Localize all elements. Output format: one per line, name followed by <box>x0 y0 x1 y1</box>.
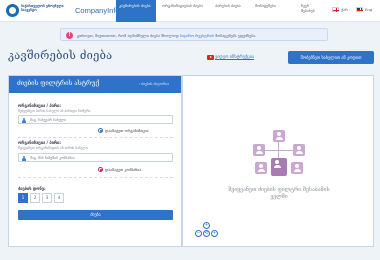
top-navigation-bar: საქართველოს ეროვნული სააგენტო CompanyInf… <box>0 0 380 22</box>
network-graph-icon <box>253 130 305 182</box>
add-organization-link[interactable]: დაამატეთ ორგანიზაცია <box>105 128 149 133</box>
nav-item-data[interactable]: მონაცემები <box>252 0 292 22</box>
zoom-in-icon[interactable]: + <box>211 230 218 237</box>
notice-text-end: მონაცემებს ეფუძნება. <box>215 32 257 38</box>
nav-item-connection-search[interactable]: კავშირების ძიება <box>116 0 156 22</box>
georgia-flag-icon[interactable] <box>332 7 339 12</box>
info-notice: ! გთხოვთ, მიუთითოთ, რომ აღნიშნული ძიება … <box>60 28 328 41</box>
language-georgian[interactable]: ქარ <box>341 7 348 12</box>
filter-panel-header: ძიების ფილტრის ასტრუქ ძიების ისტორია <box>9 76 181 93</box>
video-instruction-link[interactable]: ვიდეო ინსტრუქცია <box>215 55 254 60</box>
filter-divider <box>18 177 173 178</box>
agency-logo-icon[interactable] <box>6 4 19 17</box>
filter-panel-title: ძიების ფილტრის ასტრუქ <box>17 80 100 87</box>
add-company-icon[interactable] <box>98 167 103 172</box>
depth-option-3[interactable]: 3 <box>42 193 52 203</box>
depth-option-2[interactable]: 2 <box>30 193 40 203</box>
search-by-name-button[interactable]: მოძებნეთ სახელით ან კოდით <box>288 51 374 64</box>
depth-option-4[interactable]: 4 <box>54 193 64 203</box>
nav-item-person-search[interactable]: პირების ძიება <box>212 0 248 22</box>
nav-item-organization-search[interactable]: ორგანიზაციების ძიება <box>159 0 209 22</box>
first-entity-placeholder: მაგ. ნახევარ სახელი <box>30 117 67 122</box>
building-icon <box>22 155 26 161</box>
alert-icon: ! <box>66 31 73 39</box>
depth-option-1[interactable]: 1 <box>18 193 28 203</box>
second-entity-label: ორგანიზაცია / პირი: <box>18 140 62 145</box>
page-title: კავშირების ძიება <box>8 49 113 62</box>
second-entity-input[interactable]: მაგ. შპს ნიმუშის კომპანია <box>18 153 173 162</box>
filter-divider <box>18 137 173 138</box>
agency-logo-text[interactable]: საქართველოს ეროვნული სააგენტო <box>21 4 69 13</box>
youtube-icon[interactable] <box>207 55 214 60</box>
search-button[interactable]: ძიება <box>18 210 173 220</box>
search-history-link[interactable]: ძიების ისტორია <box>139 82 169 86</box>
uk-flag-icon[interactable] <box>356 7 363 12</box>
notice-registry-link[interactable]: საჯარო რეესტრის <box>180 33 214 38</box>
search-depth-label: ძიების დონე: <box>18 186 46 191</box>
empty-results-message: შეიყვანეთ ძიების ფილტრი შესაბამის ველში <box>228 187 330 200</box>
filter-panel: ძიების ფილტრის ასტრუქ ძიების ისტორია ორგ… <box>8 75 182 247</box>
second-entity-hint: შეიყვანეთ ორგანიზაციის ან პირის სახელი <box>18 146 88 150</box>
zoom-in-icon[interactable]: + <box>203 222 210 229</box>
add-organization-icon[interactable] <box>98 128 103 133</box>
reset-view-icon[interactable]: ⟲ <box>203 230 210 237</box>
first-entity-label: ორგანიზაცია / პირი: <box>18 103 62 108</box>
add-company-link[interactable]: დაამატეთ კომპანია <box>105 167 141 172</box>
person-icon <box>22 117 26 123</box>
first-entity-hint: შეიყვანეთ პირის სახელი ან პირადი ნომერი <box>18 109 91 113</box>
zoom-out-icon[interactable]: − <box>195 230 202 237</box>
language-english[interactable]: Eng <box>365 7 372 12</box>
first-entity-input[interactable]: მაგ. ნახევარ სახელი <box>18 115 173 124</box>
notice-text-start: გთხოვთ, მიუთითოთ, რომ აღნიშნული ძიება მხ… <box>77 32 179 38</box>
brand-name[interactable]: CompanyInfo <box>75 6 120 15</box>
nav-item-about[interactable]: ჩვენ შესახებ <box>298 0 326 22</box>
second-entity-placeholder: მაგ. შპს ნიმუშის კომპანია <box>30 155 75 160</box>
results-graph-panel: შეიყვანეთ ძიების ფილტრი შესაბამის ველში … <box>182 75 374 247</box>
